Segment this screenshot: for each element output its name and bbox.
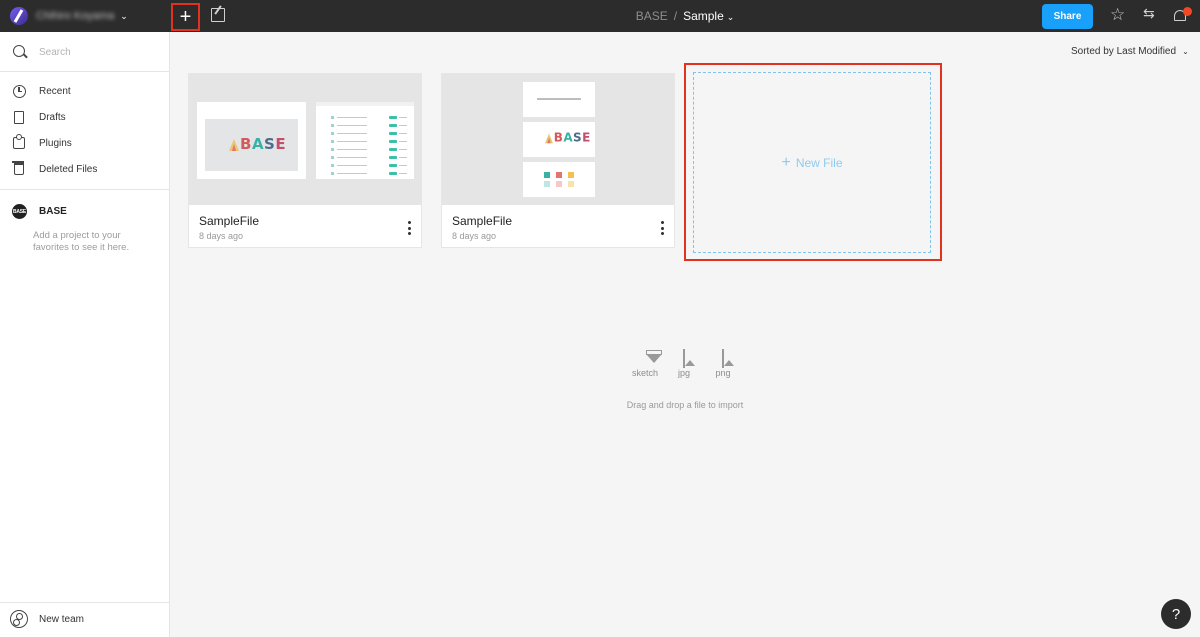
logo-letter: E	[582, 130, 590, 145]
sidebar: Recent Drafts Plugins Deleted Files BASE…	[0, 32, 170, 637]
notification-dot	[1183, 7, 1192, 16]
chevron-down-icon: ⌄	[1182, 47, 1189, 56]
logo-letter: S	[264, 135, 275, 153]
thumbnail-frame: BASE	[523, 122, 595, 157]
plugin-icon	[12, 134, 26, 150]
thumbnail-toolbar	[316, 102, 414, 106]
thumbnail-row	[331, 132, 409, 135]
new-file-label: New File	[795, 155, 843, 170]
logo-letter: A	[563, 130, 573, 145]
breadcrumb-team[interactable]: BASE	[636, 9, 668, 23]
thumbnail-frame: BASE	[197, 102, 306, 179]
sidebar-item-label: Recent	[39, 85, 71, 97]
logo-letter: S	[573, 130, 582, 145]
sidebar-item-plugins[interactable]: Plugins	[0, 130, 169, 156]
sort-label: Sorted by Last Modified	[1071, 46, 1177, 57]
logo-mark	[545, 133, 553, 143]
import-type-label: sketch	[631, 368, 658, 378]
logo-mark	[229, 138, 239, 151]
import-type-label: jpg	[677, 368, 690, 378]
new-team-label: New team	[39, 614, 85, 625]
thumbnail-frame	[316, 102, 414, 179]
share-button[interactable]: Share	[1042, 4, 1093, 29]
more-options-icon[interactable]	[407, 221, 411, 235]
sidebar-divider	[0, 602, 169, 603]
switch-icon[interactable]: ⇆	[1143, 6, 1155, 20]
sidebar-item-label: Drafts	[39, 111, 66, 123]
plus-icon: +	[781, 153, 791, 171]
breadcrumb-project[interactable]: Sample	[683, 9, 724, 23]
thumbnail-row	[331, 156, 409, 159]
import-types: sketch jpg png	[630, 349, 740, 380]
document-icon	[12, 110, 26, 124]
favorites-hint: Add a project to your favorites to see i…	[33, 230, 130, 253]
file-card[interactable]: BASE SampleFile 8 days ago	[441, 73, 675, 248]
breadcrumb-separator: /	[673, 9, 678, 23]
thumbnail-row	[331, 124, 409, 127]
help-button[interactable]: ?	[1161, 599, 1191, 629]
color-swatch	[568, 181, 574, 187]
team-name: BASE	[39, 206, 67, 217]
thumbnail-frame	[523, 82, 595, 117]
thumbnail-row	[331, 172, 409, 175]
thumbnail-row	[331, 148, 409, 151]
search-icon	[13, 45, 25, 57]
sidebar-nav: Recent Drafts Plugins Deleted Files	[0, 78, 169, 182]
color-swatch	[568, 172, 574, 178]
project-menu-chevron-icon[interactable]: ⌄	[727, 12, 735, 22]
file-thumbnail: BASE	[442, 74, 674, 205]
import-type-label: png	[715, 368, 731, 378]
image-icon	[722, 349, 724, 368]
search-input[interactable]	[39, 44, 159, 60]
clock-icon	[12, 84, 26, 98]
import-type-sketch: sketch	[630, 350, 660, 378]
sidebar-item-deleted-files[interactable]: Deleted Files	[0, 156, 169, 182]
new-team-button[interactable]: New team	[0, 610, 169, 632]
team-badge: BASE	[12, 204, 27, 219]
logo-letter: E	[275, 135, 286, 153]
base-logo: BASE	[545, 132, 590, 144]
file-card[interactable]: BASE SampleFile 8 days ago	[188, 73, 422, 248]
thumbnail-banner: BASE	[205, 119, 298, 171]
logo-letter: A	[251, 135, 264, 153]
bell-icon[interactable]	[1173, 7, 1192, 23]
color-swatch	[556, 172, 562, 178]
trash-icon	[12, 161, 26, 176]
logo-letter: B	[553, 130, 563, 145]
top-bar: Chihiro Koyama ⌄ + BASE / Sample ⌄ Share ☆ …	[0, 0, 1200, 32]
color-swatch	[556, 181, 562, 187]
star-icon[interactable]: ☆	[1110, 6, 1125, 23]
thumbnail-frame	[523, 162, 595, 197]
sidebar-item-drafts[interactable]: Drafts	[0, 104, 169, 130]
base-logo: BASE	[229, 135, 286, 153]
sort-dropdown[interactable]: Sorted by Last Modified ⌄	[1071, 46, 1189, 57]
breadcrumb: BASE / Sample ⌄	[0, 9, 1200, 23]
sidebar-item-label: Deleted Files	[39, 163, 98, 175]
file-modified: 8 days ago	[199, 231, 244, 241]
sidebar-search	[0, 32, 169, 72]
team-icon	[10, 610, 28, 628]
more-options-icon[interactable]	[660, 221, 664, 235]
thumbnail-row	[331, 164, 409, 167]
thumbnail-row	[331, 116, 409, 119]
import-type-jpg: jpg	[669, 349, 699, 378]
thumbnail-row	[331, 140, 409, 143]
drop-hint: Drag and drop a file to import	[626, 400, 744, 410]
file-name: SampleFile	[199, 214, 260, 228]
new-file-placeholder[interactable]: + New File	[693, 72, 931, 253]
thumbnail-caption	[217, 107, 292, 112]
sidebar-item-label: Plugins	[39, 137, 72, 149]
import-type-png: png	[708, 349, 738, 378]
color-swatch	[544, 172, 550, 178]
file-thumbnail: BASE	[189, 74, 421, 205]
logo-letter: B	[240, 135, 251, 153]
sidebar-divider	[0, 189, 169, 190]
color-swatch	[544, 181, 550, 187]
sidebar-team-base[interactable]: BASE BASE	[0, 204, 169, 220]
image-icon	[683, 349, 685, 368]
file-modified: 8 days ago	[452, 231, 497, 241]
sidebar-item-recent[interactable]: Recent	[0, 78, 169, 104]
file-name: SampleFile	[452, 214, 513, 228]
